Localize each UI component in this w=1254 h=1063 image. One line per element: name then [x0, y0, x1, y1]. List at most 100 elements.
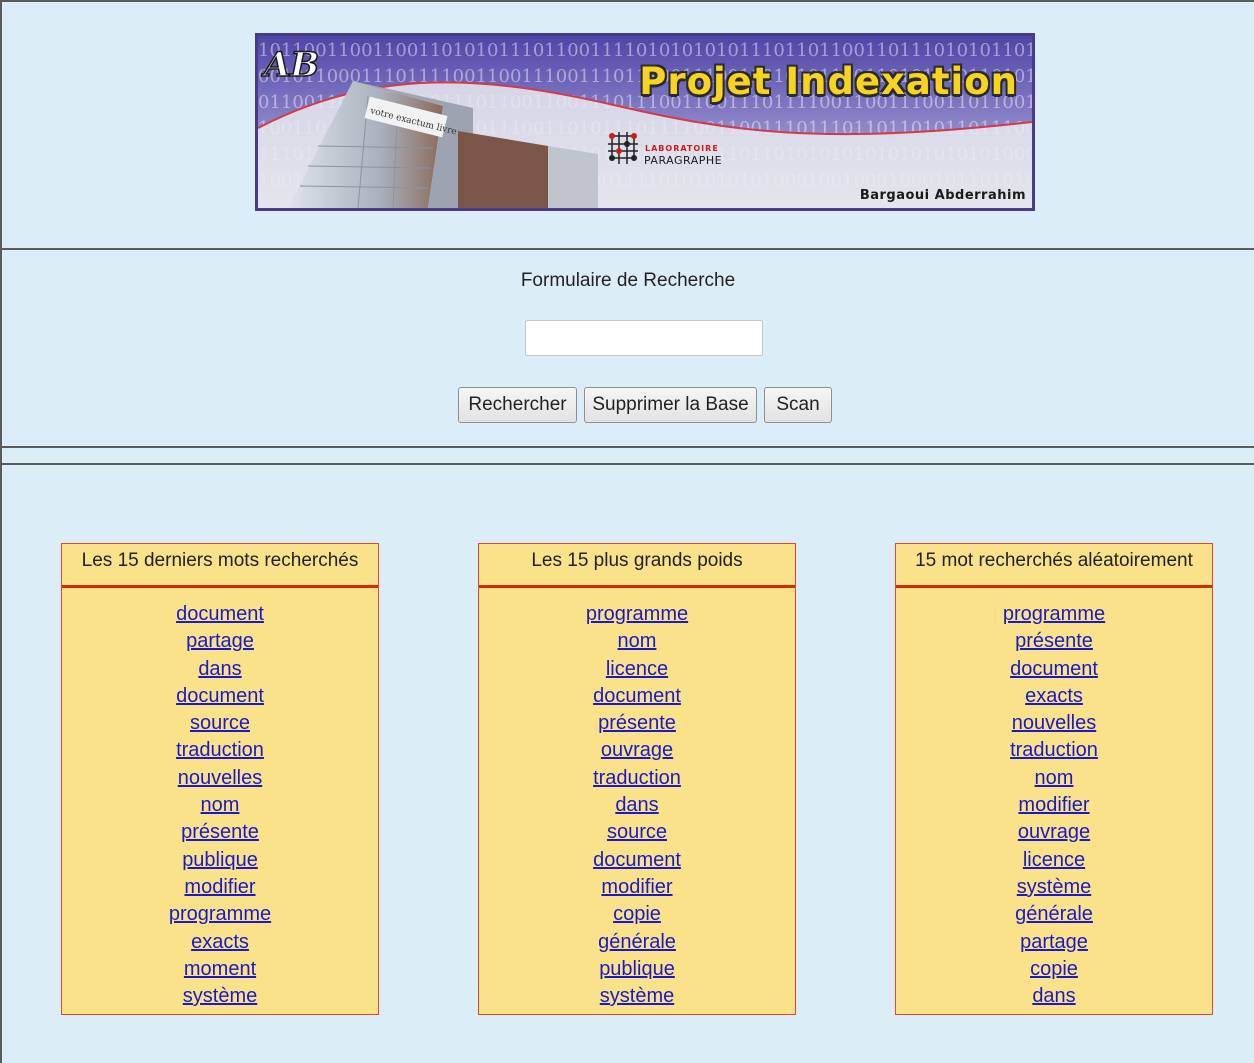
list-item: programme — [896, 601, 1212, 628]
word-link[interactable]: modifier — [184, 876, 255, 898]
list-item: générale — [896, 901, 1212, 928]
list-item: système — [62, 983, 378, 1010]
random-words-box: 15 mot recherchés aléatoirement programm… — [895, 543, 1213, 1015]
word-link[interactable]: exacts — [1025, 685, 1083, 707]
word-link[interactable]: moment — [184, 958, 256, 980]
ab-logo: AB — [260, 44, 320, 86]
word-link[interactable]: système — [183, 985, 257, 1007]
list-item: copie — [896, 956, 1212, 983]
section-divider — [2, 463, 1254, 465]
word-link[interactable]: publique — [182, 849, 258, 871]
list-item: licence — [479, 656, 795, 683]
word-link[interactable]: système — [600, 985, 674, 1007]
word-link[interactable]: modifier — [1018, 794, 1089, 816]
list-item: document — [479, 847, 795, 874]
word-link[interactable]: dans — [615, 794, 658, 816]
top-weights-box: Les 15 plus grands poids programme nom lic… — [478, 543, 796, 1015]
word-link[interactable]: copie — [613, 903, 661, 925]
list-item: système — [479, 983, 795, 1010]
word-link[interactable]: nouvelles — [178, 767, 263, 789]
word-link[interactable]: programme — [586, 603, 688, 625]
word-link[interactable]: document — [1010, 658, 1098, 680]
list-item: présente — [896, 628, 1212, 655]
list-item: nouvelles — [62, 765, 378, 792]
list-item: copie — [479, 901, 795, 928]
list-item: modifier — [896, 792, 1212, 819]
word-link[interactable]: programme — [1003, 603, 1105, 625]
list-item: traduction — [62, 737, 378, 764]
word-link[interactable]: licence — [1023, 849, 1085, 871]
list-item: document — [62, 601, 378, 628]
list-item: ouvrage — [479, 737, 795, 764]
word-link[interactable]: partage — [186, 630, 254, 652]
lab-label-bottom: PARAGRAPHE — [644, 154, 723, 167]
word-link[interactable]: partage — [1020, 931, 1088, 953]
word-link[interactable]: nom — [201, 794, 240, 816]
word-link[interactable]: licence — [606, 658, 668, 680]
word-link[interactable]: présente — [598, 712, 676, 734]
word-link[interactable]: source — [190, 712, 250, 734]
delete-database-button[interactable]: Supprimer la Base — [584, 387, 757, 423]
word-link[interactable]: système — [1017, 876, 1091, 898]
list-item: traduction — [896, 737, 1212, 764]
word-link[interactable]: modifier — [601, 876, 672, 898]
word-link[interactable]: nom — [1035, 767, 1074, 789]
box-title: Les 15 plus grands poids — [479, 544, 795, 588]
word-link[interactable]: copie — [1030, 958, 1078, 980]
word-link[interactable]: ouvrage — [1018, 821, 1090, 843]
svg-text:AB: AB — [261, 45, 319, 85]
word-link[interactable]: dans — [198, 658, 241, 680]
word-link[interactable]: nouvelles — [1012, 712, 1097, 734]
word-link[interactable]: générale — [1015, 903, 1093, 925]
list-item: générale — [479, 929, 795, 956]
word-link[interactable]: traduction — [176, 739, 264, 761]
list-item: partage — [896, 929, 1212, 956]
list-item: document — [479, 683, 795, 710]
word-link[interactable]: nom — [618, 630, 657, 652]
list-item: nom — [479, 628, 795, 655]
word-link[interactable]: exacts — [191, 931, 249, 953]
recent-searches-box: Les 15 derniers mots recherchés document… — [61, 543, 379, 1015]
word-link[interactable]: document — [176, 685, 264, 707]
word-link[interactable]: présente — [1015, 630, 1093, 652]
word-list: programme présente document exacts nouvelles… — [896, 588, 1212, 1010]
banner-section: 1011001100110011010101110110011110101010… — [2, 2, 1254, 250]
form-title: Formulaire de Recherche — [520, 270, 736, 291]
word-link[interactable]: présente — [181, 821, 259, 843]
list-item: moment — [62, 956, 378, 983]
word-link[interactable]: générale — [598, 931, 676, 953]
list-item: ouvrage — [896, 819, 1212, 846]
scan-button[interactable]: Scan — [764, 387, 832, 423]
search-form-section: Formulaire de Recherche Rechercher Suppr… — [2, 250, 1254, 448]
word-link[interactable]: source — [607, 821, 667, 843]
banner-title: Projet Indexation — [639, 60, 1018, 103]
list-item: nom — [62, 792, 378, 819]
list-item: publique — [62, 847, 378, 874]
banner-image: 1011001100110011010101110110011110101010… — [255, 33, 1035, 211]
word-link[interactable]: document — [176, 603, 264, 625]
word-link[interactable]: traduction — [593, 767, 681, 789]
list-item: licence — [896, 847, 1212, 874]
list-item: traduction — [479, 765, 795, 792]
word-link[interactable]: traduction — [1010, 739, 1098, 761]
word-link[interactable]: publique — [599, 958, 675, 980]
list-item: dans — [62, 656, 378, 683]
list-item: présente — [479, 710, 795, 737]
search-button[interactable]: Rechercher — [458, 387, 577, 423]
list-item: modifier — [62, 874, 378, 901]
lab-label-top: LABORATOIRE — [645, 144, 719, 153]
word-link[interactable]: ouvrage — [601, 739, 673, 761]
list-item: dans — [479, 792, 795, 819]
list-item: nouvelles — [896, 710, 1212, 737]
list-item: nom — [896, 765, 1212, 792]
search-input[interactable] — [525, 320, 763, 356]
list-item: programme — [479, 601, 795, 628]
word-link[interactable]: document — [593, 849, 681, 871]
word-list: programme nom licence document présente ouvra… — [479, 588, 795, 1010]
word-list: document partage dans document source traduct… — [62, 588, 378, 1010]
word-link[interactable]: programme — [169, 903, 271, 925]
word-link[interactable]: document — [593, 685, 681, 707]
word-link[interactable]: dans — [1032, 985, 1075, 1007]
list-item: dans — [896, 983, 1212, 1010]
list-item: source — [62, 710, 378, 737]
